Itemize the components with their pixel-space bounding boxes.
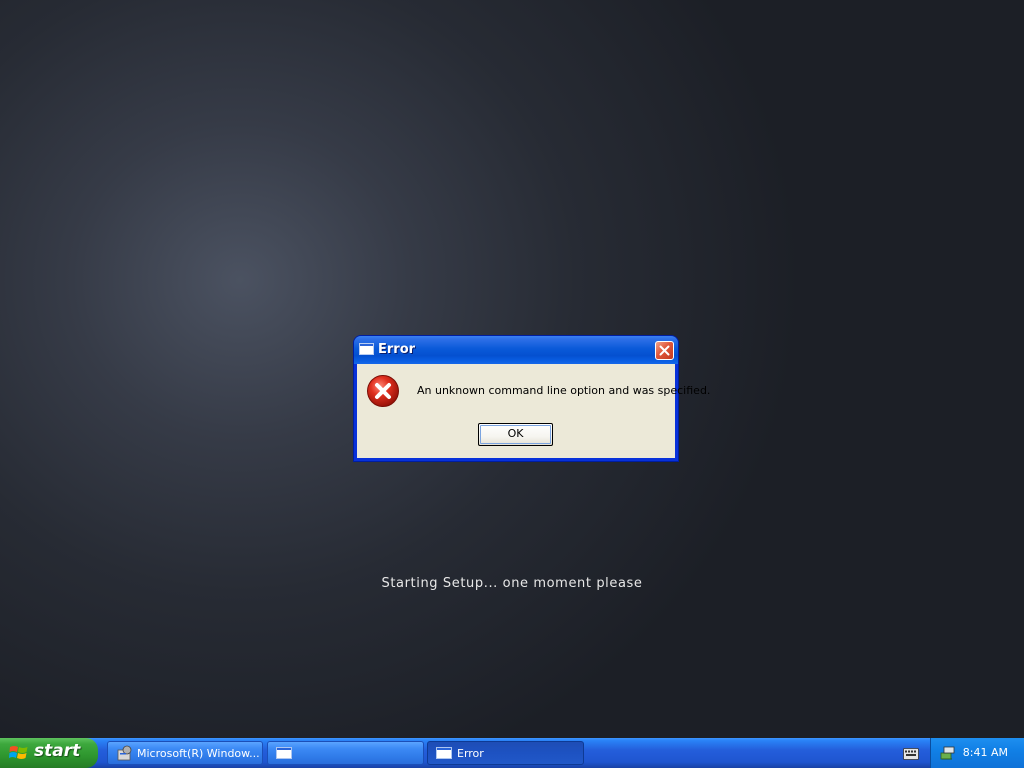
network-icon[interactable]: [940, 745, 956, 761]
close-icon: [659, 345, 670, 356]
ok-button[interactable]: OK: [478, 423, 553, 446]
taskbar-button-setup[interactable]: Microsoft(R) Window...: [107, 741, 263, 765]
setup-status-text: Starting Setup... one moment please: [381, 576, 643, 591]
taskbar-button-label: Error: [457, 747, 484, 760]
dialog-title: Error: [378, 342, 416, 357]
clock[interactable]: 8:41 AM: [963, 746, 1008, 759]
taskbar-button-label: Microsoft(R) Window...: [137, 747, 260, 760]
dialog-body: An unknown command line option and was s…: [357, 364, 710, 458]
windows-logo-icon: [9, 746, 28, 759]
window-icon: [436, 747, 452, 759]
error-dialog: Error An unknown command line option and…: [354, 336, 710, 461]
dialog-titlebar[interactable]: Error: [354, 336, 678, 364]
error-icon: [367, 375, 399, 407]
window-icon: [276, 747, 292, 759]
close-button[interactable]: [655, 341, 674, 360]
system-tray: 8:41 AM: [930, 738, 1024, 768]
setup-icon: [117, 745, 132, 761]
taskbar-button-error[interactable]: Error: [427, 741, 584, 765]
dialog-message: An unknown command line option and was s…: [417, 384, 711, 397]
start-label: start: [34, 741, 81, 761]
desktop: Starting Setup... one moment please Erro…: [0, 0, 1024, 738]
taskbar-button-untitled[interactable]: [267, 741, 424, 765]
window-icon: [359, 343, 374, 355]
keyboard-icon[interactable]: [903, 748, 919, 760]
start-button[interactable]: start: [0, 738, 98, 768]
taskbar: start Microsoft(R) Window... Error 8:41 …: [0, 738, 1024, 768]
